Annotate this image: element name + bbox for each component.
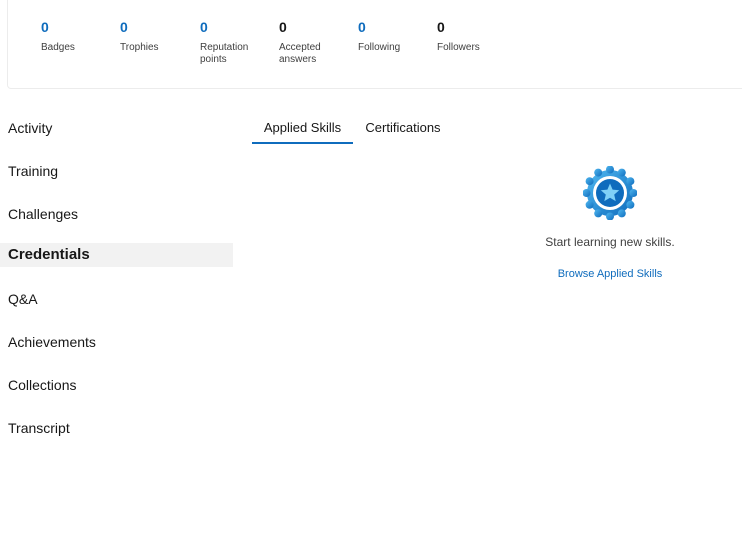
stat-value[interactable]: 0 — [200, 18, 270, 36]
stat-label: Accepted answers — [279, 42, 321, 65]
profile-page: 0 Badges 0 Trophies 0 Reputation points … — [0, 0, 742, 550]
stat-value: 0 — [279, 19, 287, 35]
sidebar-item-training[interactable]: Training — [0, 159, 233, 183]
stat-label: Followers — [437, 42, 480, 53]
stat-value[interactable]: 0 — [120, 18, 190, 36]
stats-card: 0 Badges 0 Trophies 0 Reputation points … — [7, 0, 742, 89]
sidebar-item-collections[interactable]: Collections — [0, 373, 233, 397]
sidebar-item-transcript[interactable]: Transcript — [0, 416, 233, 440]
stat-trophies[interactable]: 0 Trophies — [120, 18, 190, 54]
stat-reputation-points[interactable]: 0 Reputation points — [200, 18, 270, 66]
star-badge-icon — [583, 166, 637, 220]
sidebar-item-activity[interactable]: Activity — [0, 116, 233, 140]
stat-label: Following — [358, 42, 401, 53]
sidebar-item-challenges[interactable]: Challenges — [0, 202, 233, 226]
stat-value[interactable]: 0 — [358, 18, 428, 36]
stat-value: 0 — [437, 19, 445, 35]
sidebar-item-qa[interactable]: Q&A — [0, 287, 233, 311]
stat-label: Badges — [41, 42, 75, 53]
sidebar-item-achievements[interactable]: Achievements — [0, 330, 233, 354]
stat-accepted-answers: 0 Accepted answers — [279, 18, 349, 66]
stat-value[interactable]: 0 — [41, 18, 111, 36]
stat-following[interactable]: 0 Following — [358, 18, 428, 54]
sidebar-item-credentials[interactable]: Credentials — [0, 243, 233, 267]
tab-certifications[interactable]: Certifications — [364, 112, 442, 144]
empty-state-message: Start learning new skills. — [545, 235, 675, 249]
stat-label: Reputation points — [200, 42, 249, 65]
stat-badges[interactable]: 0 Badges — [41, 18, 111, 54]
tab-applied-skills[interactable]: Applied Skills — [252, 112, 353, 144]
stat-followers: 0 Followers — [437, 18, 507, 54]
browse-applied-skills-link[interactable]: Browse Applied Skills — [558, 267, 663, 281]
empty-state: Start learning new skills. Browse Applie… — [480, 166, 740, 282]
stat-label: Trophies — [120, 42, 159, 53]
